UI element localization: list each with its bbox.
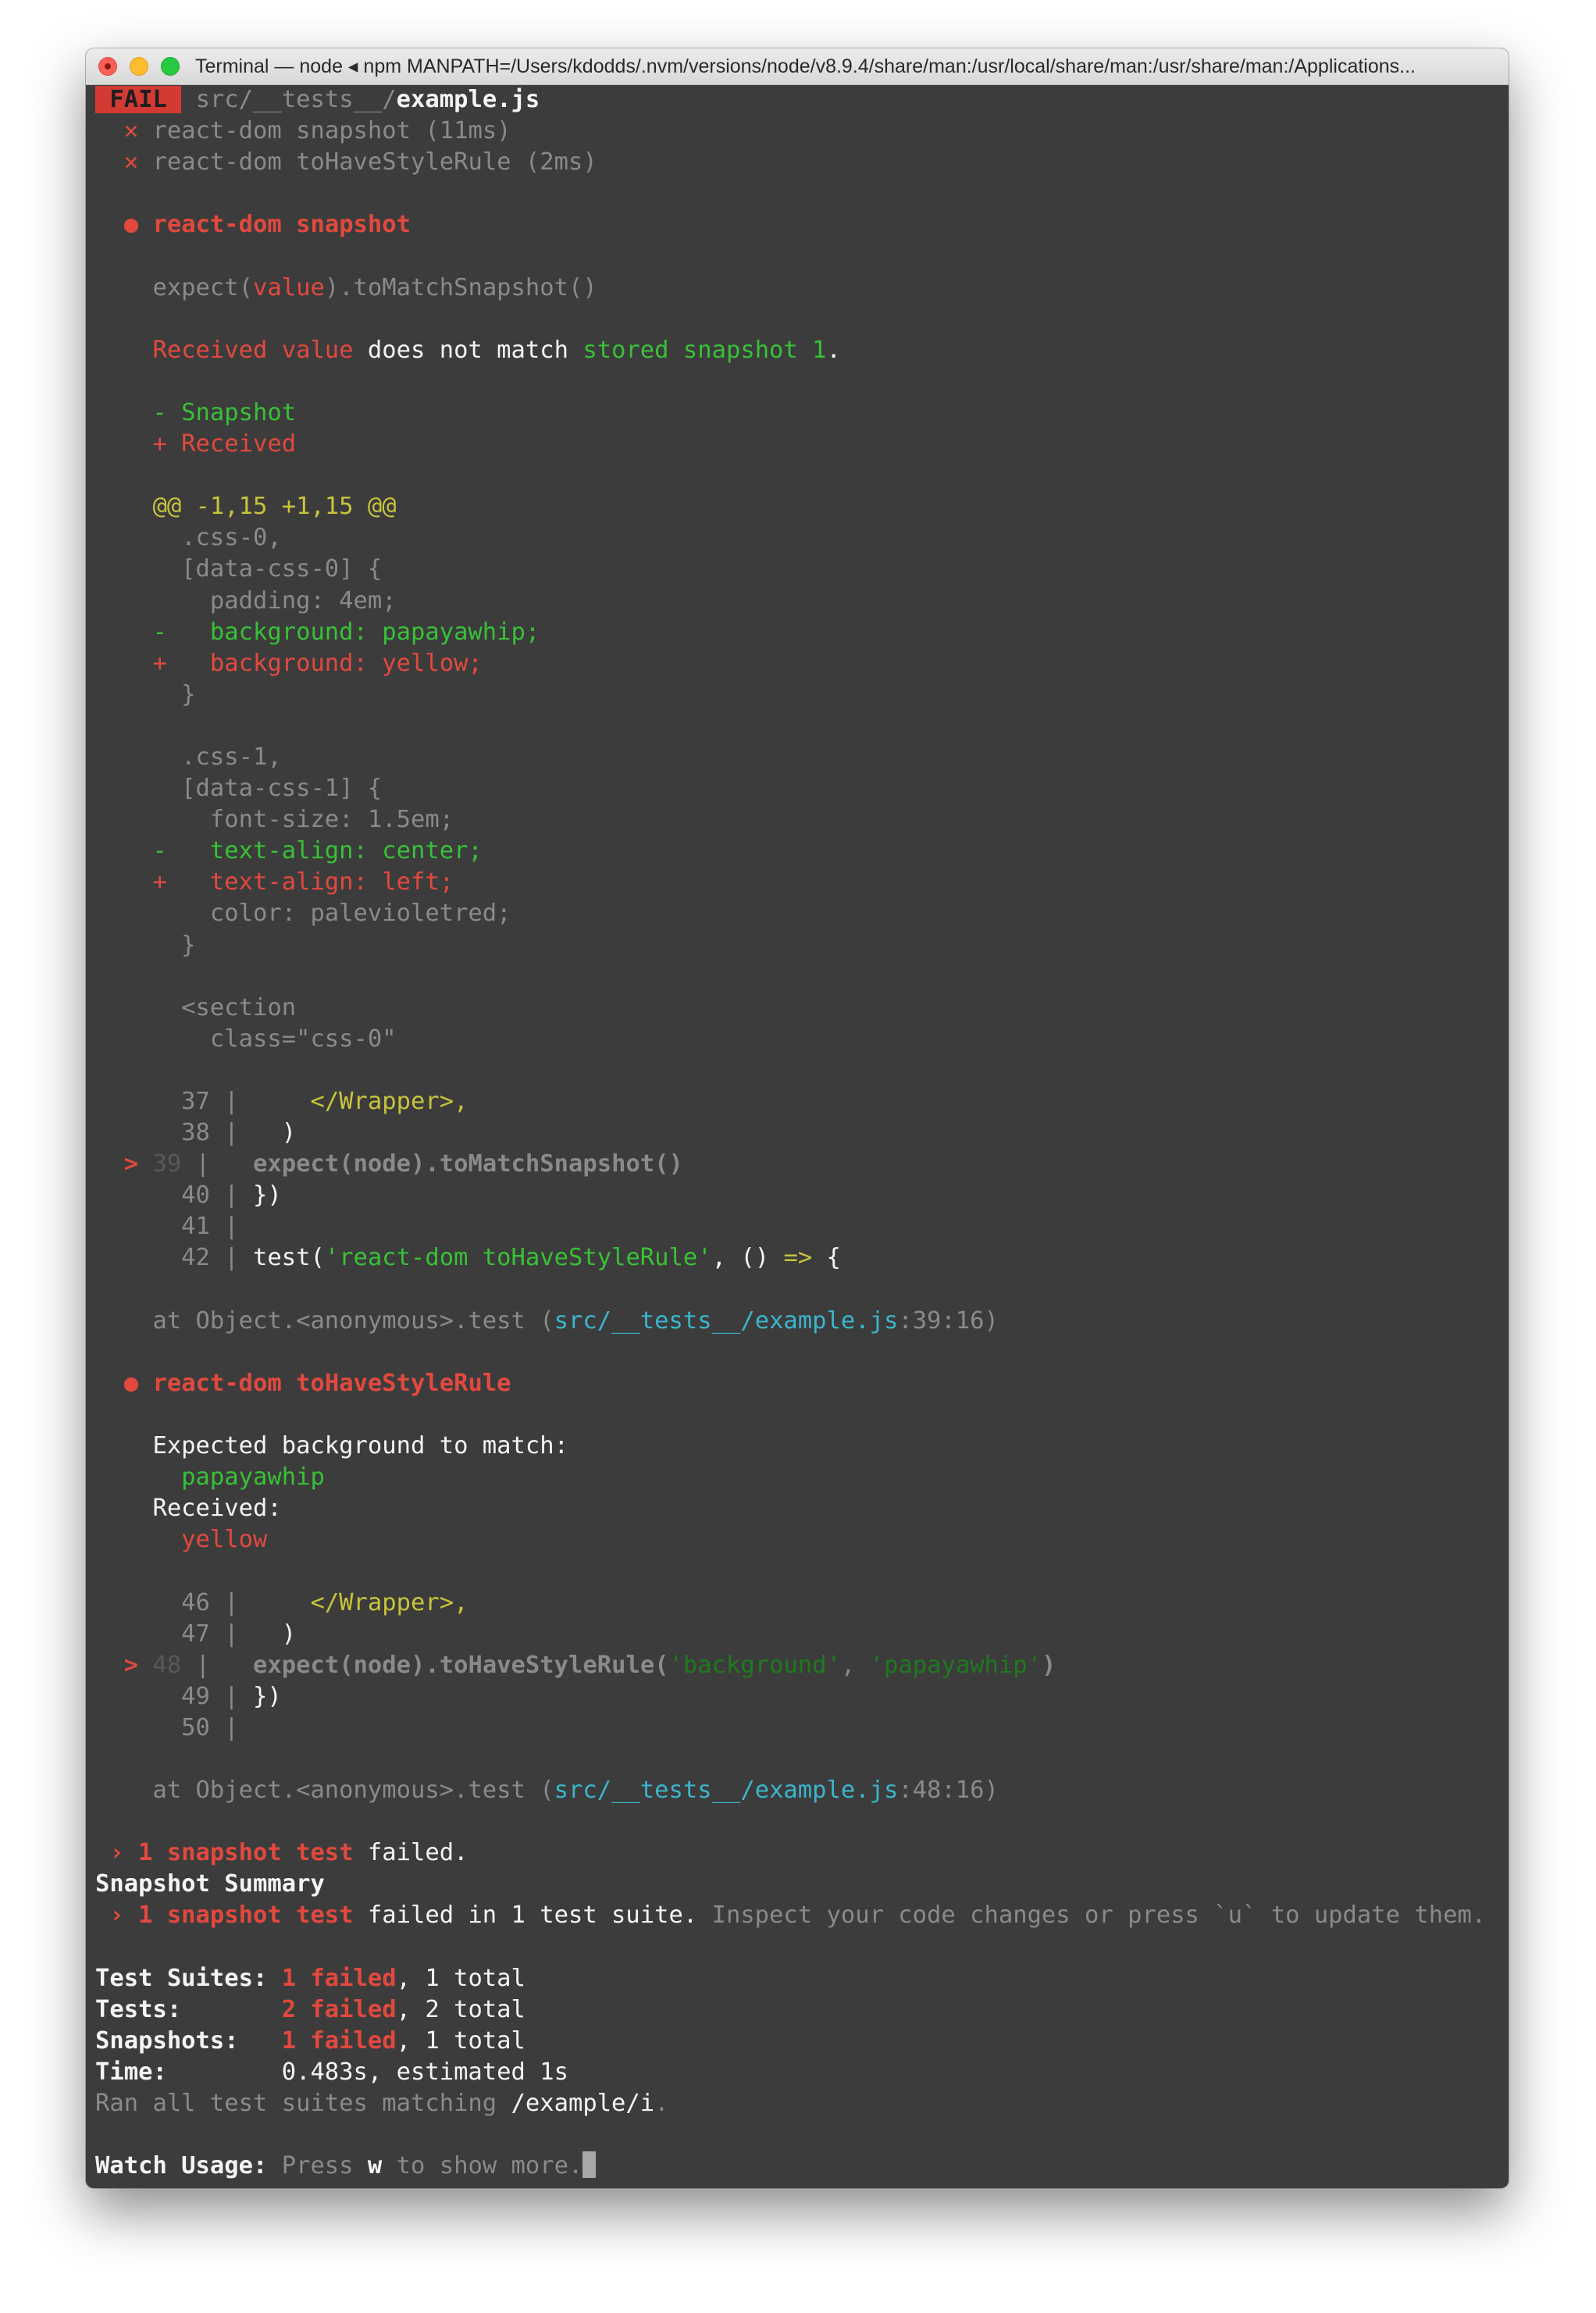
test-result: ✕ react-dom snapshot (11ms) [123,117,511,145]
minimize-button[interactable] [130,57,148,76]
code-frame-error-line: > 48 | expect(node).toHaveStyleRule('bac… [123,1651,1056,1679]
code-frame-line: 49 | }) [152,1682,282,1710]
ran-all-line: Ran all test suites matching /example/i. [95,2090,669,2117]
diff-line-removed: - text-align: center; [152,837,483,865]
test-result: ✕ react-dom toHaveStyleRule (2ms) [123,148,597,176]
received-label: Received: [152,1495,282,1523]
diff-line: font-size: 1.5em; [152,806,454,834]
test-file-name: example.js [396,86,540,113]
window-title: Terminal — node ◂ npm MANPATH=/Users/kdo… [195,55,1416,77]
stats-time: Time: 0.483s, estimated 1s [95,2058,568,2086]
diff-line: } [152,931,196,959]
bullet-icon: ● [123,1369,139,1397]
expected-label: Expected background to match: [152,1432,568,1460]
diff-line-removed: - background: papayawhip; [152,618,540,646]
diff-legend-snapshot: - Snapshot [152,398,297,426]
diff-line: [data-css-1] { [152,775,383,803]
code-frame-line: 38 | ) [152,1119,297,1147]
diff-line-added: + text-align: left; [152,868,454,896]
diff-line: [data-css-0] { [152,555,383,583]
stack-file-link[interactable]: src/__tests__/example.js [554,1777,899,1804]
expected-value: papayawhip [152,1463,325,1492]
diff-line: .css-1, [152,743,282,771]
test-file-dir: src/__tests__/ [195,86,397,113]
diff-line: <section [152,993,297,1021]
diff-hunk-header: @@ -1,15 +1,15 @@ [152,493,397,521]
code-frame-line: 50 | [152,1713,239,1741]
window-controls [98,57,180,76]
run-header: FAIL src/__tests__/example.js [95,84,1509,116]
stack-trace: at Object.<anonymous>.test (src/__tests_… [123,1306,999,1335]
error-pointer-icon: > [123,1150,153,1178]
received-value: yellow [152,1526,268,1554]
failure-heading: ● react-dom toHaveStyleRule [123,1369,511,1397]
close-button[interactable] [98,57,117,76]
snapshot-failed-line: › 1 snapshot test failed. [95,1839,468,1867]
stack-trace: at Object.<anonymous>.test (src/__tests_… [123,1777,999,1805]
diff-line: padding: 4em; [152,586,397,615]
watch-usage-prompt: Watch Usage: Press w to show more. [95,2151,1509,2182]
diff-line: color: palevioletred; [152,900,511,928]
matcher-hint: expect(value).toMatchSnapshot() [152,273,597,301]
stats-snapshots: Snapshots: 1 failed, 1 total [95,2026,525,2055]
terminal-window: Terminal — node ◂ npm MANPATH=/Users/kdo… [86,48,1509,2188]
stack-file-link[interactable]: src/__tests__/example.js [554,1307,899,1335]
title-bar: Terminal — node ◂ npm MANPATH=/Users/kdo… [86,48,1509,85]
code-frame-line: 40 | }) [152,1181,282,1210]
failure-heading: ● react-dom snapshot [123,211,411,239]
snapshot-summary-line: › 1 snapshot test failed in 1 test suite… [95,1901,1487,1930]
code-frame-error-line: > 39 | expect(node).toMatchSnapshot() [123,1150,683,1178]
error-pointer-icon: > [123,1651,153,1679]
stats-tests: Tests: 2 failed, 2 total [95,1995,525,2023]
mismatch-message: Received value does not match stored sna… [152,336,841,364]
terminal-output[interactable]: FAIL src/__tests__/example.js ✕ react-do… [86,84,1509,2188]
watch-key: w [367,2152,383,2180]
fail-x-icon: ✕ [123,148,139,176]
code-frame-line: 41 | [152,1213,239,1241]
diff-line: .css-0, [152,524,282,552]
code-frame-line: 37 | </Wrapper>, [152,1088,468,1115]
code-frame-line: 46 | </Wrapper>, [152,1588,468,1616]
diff-legend-received: + Received [152,430,297,458]
snapshot-summary-heading: Snapshot Summary [95,1870,325,1898]
diff-line: } [152,680,196,708]
terminal-cursor[interactable] [582,2151,597,2179]
stats-test-suites: Test Suites: 1 failed, 1 total [95,1964,525,1992]
diff-line: class="css-0" [152,1025,397,1053]
zoom-button[interactable] [161,57,180,76]
code-frame-line: 47 | ) [152,1620,297,1648]
bullet-icon: ● [123,211,139,239]
fail-badge: FAIL [95,86,182,113]
code-frame-line: 42 | test('react-dom toHaveStyleRule', (… [152,1244,841,1272]
diff-line-added: + background: yellow; [152,649,483,677]
fail-x-icon: ✕ [123,117,139,145]
